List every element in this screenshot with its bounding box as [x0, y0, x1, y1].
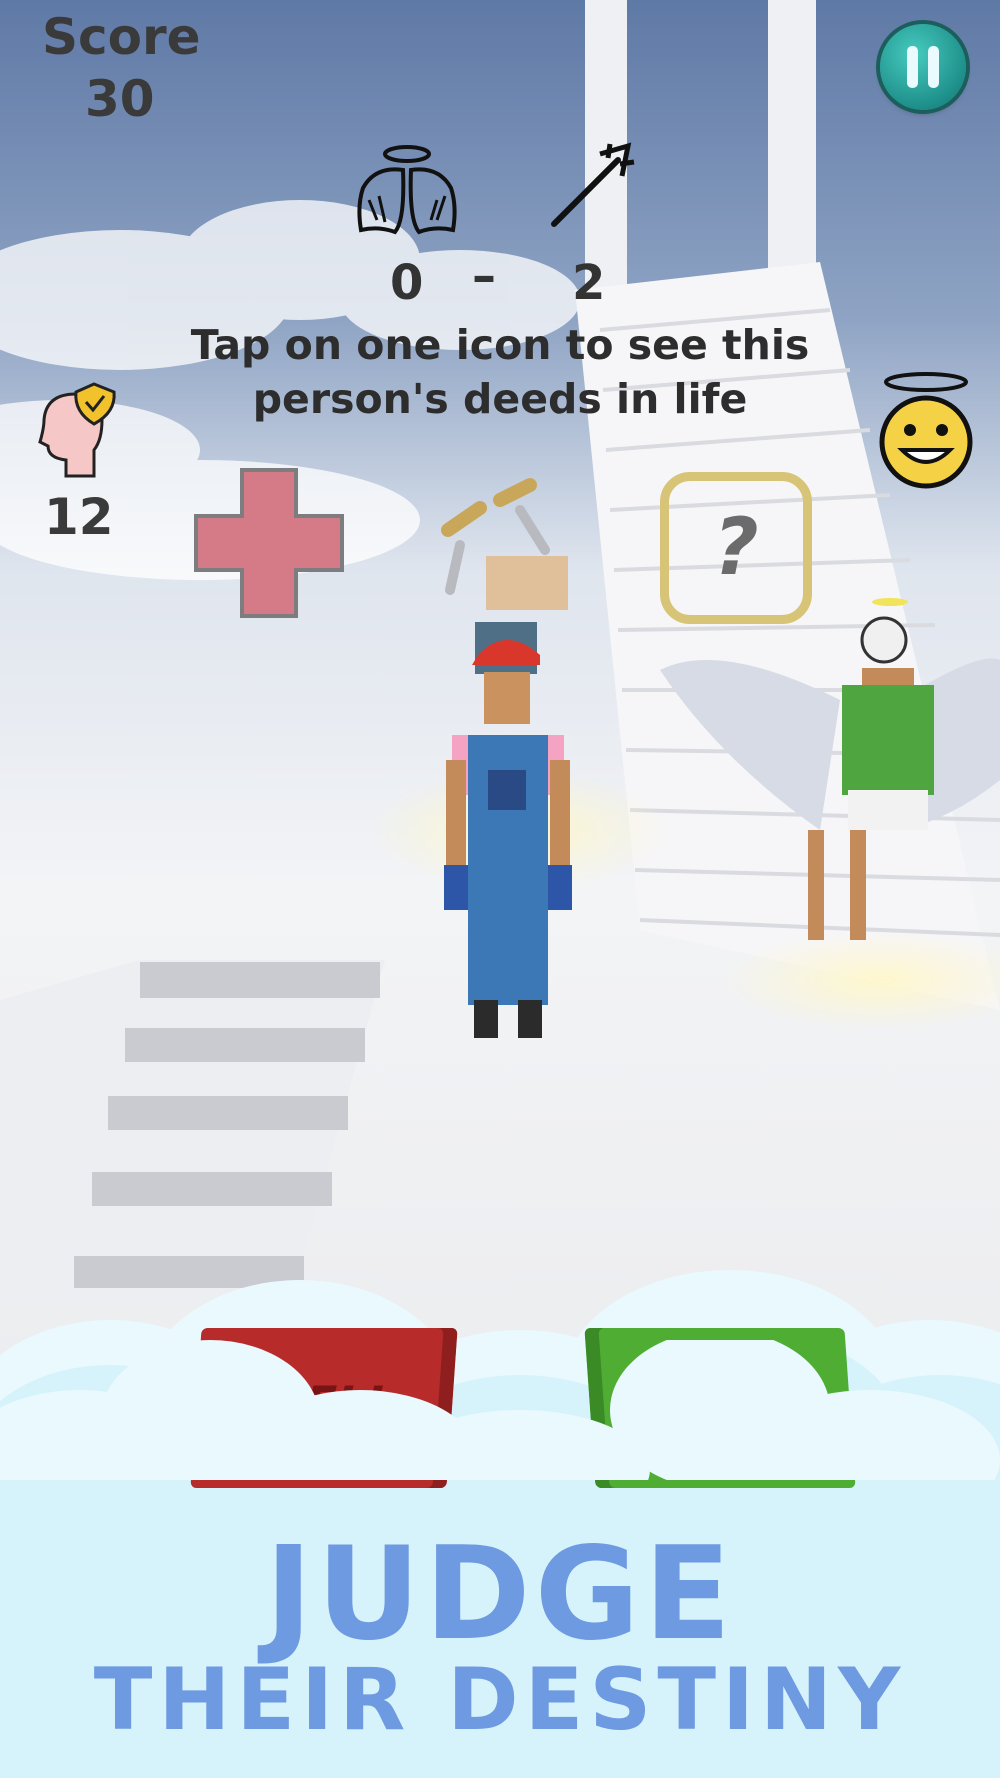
- score-label: Score: [42, 8, 201, 66]
- hell-count: 2: [572, 255, 606, 311]
- heaven-count: 0: [390, 255, 424, 311]
- promo-title: JUDGE: [264, 1520, 736, 1669]
- pause-icon: [907, 46, 918, 88]
- tally-separator: –: [472, 248, 496, 304]
- pause-icon-bar: [928, 46, 939, 88]
- pause-button[interactable]: [880, 24, 966, 110]
- protected-mind-icon: [38, 382, 116, 478]
- game-scene: [0, 0, 1000, 1778]
- promo-subtitle: THEIR DESTINY: [93, 1650, 907, 1750]
- trident-icon: [551, 142, 635, 227]
- smiling-halo-icon: [879, 372, 973, 489]
- mind-count: 12: [44, 488, 114, 546]
- red-cross-icon[interactable]: [194, 468, 344, 618]
- score-value: 30: [85, 70, 155, 128]
- angel-wings-icon: [357, 145, 457, 235]
- cloud-overlay: [0, 1340, 1000, 1480]
- question-mark-icon[interactable]: ?: [660, 472, 812, 624]
- question-mark-text: ?: [713, 503, 759, 593]
- instruction-text: Tap on one icon to see this person's dee…: [190, 321, 810, 423]
